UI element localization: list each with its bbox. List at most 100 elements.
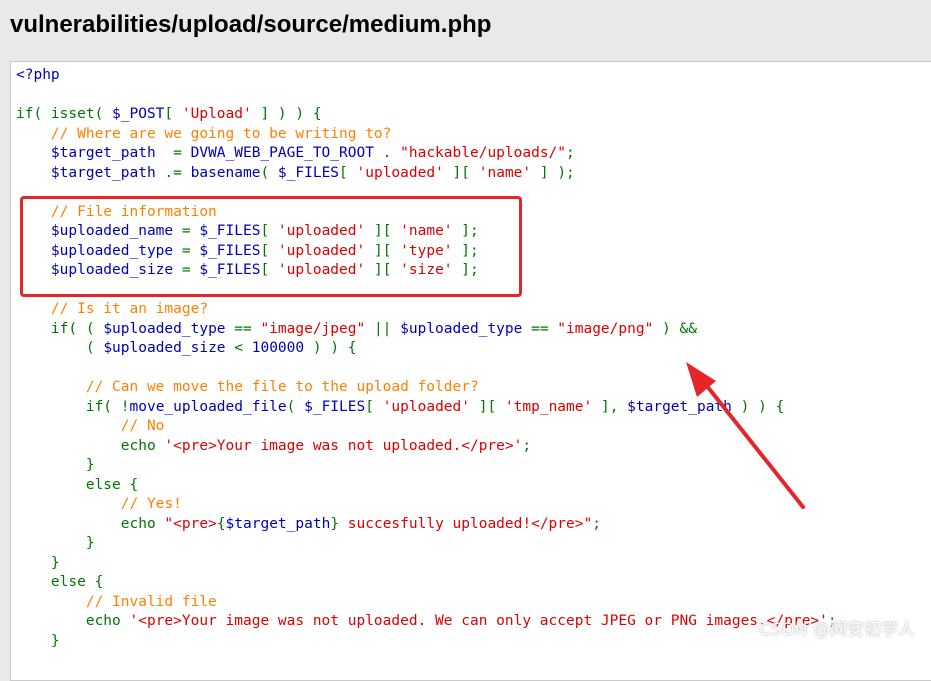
code-token: echo: [120, 515, 165, 532]
code-token: 'name': [400, 223, 453, 239]
code-line: }: [16, 456, 837, 476]
code-token: ] );: [531, 164, 575, 181]
code-line: // Where are we going to be writing to?: [16, 125, 837, 145]
code-token: ];: [452, 223, 479, 239]
code-token: }: [85, 457, 95, 473]
code-token: [: [339, 164, 357, 181]
code-token: ) &&: [653, 320, 697, 337]
code-token: $_POST: [112, 106, 165, 122]
code-token: =: [173, 242, 200, 259]
code-token: "image/png": [557, 320, 654, 337]
code-token: $uploaded_type: [400, 320, 523, 337]
code-token: $_FILES: [304, 398, 366, 415]
code-token: ;: [592, 515, 601, 532]
code-token: ] ) ) {: [251, 106, 322, 122]
code-token: $uploaded_name: [50, 223, 174, 239]
code-token: .: [373, 145, 401, 161]
code-token: if( (: [50, 320, 104, 337]
code-token: echo: [120, 437, 165, 454]
code-line: }: [16, 632, 837, 652]
code-token: 'name': [478, 164, 532, 181]
code-token: ;: [522, 437, 532, 454]
code-token: $_FILES: [199, 262, 261, 278]
code-token: }: [85, 535, 95, 551]
code-token: ];: [452, 262, 479, 278]
code-token: <: [225, 340, 252, 356]
code-token: (: [85, 340, 104, 356]
code-token: }: [50, 632, 60, 649]
code-line: // File information: [16, 203, 837, 223]
code-line: $target_path = DVWA_WEB_PAGE_TO_ROOT . "…: [16, 144, 837, 164]
code-line: else {: [16, 573, 837, 593]
code-line: $uploaded_type = $_FILES[ 'uploaded' ][ …: [16, 242, 837, 262]
code-token: 'Upload': [181, 106, 252, 122]
code-token: 'uploaded': [277, 242, 366, 259]
code-token: =: [173, 223, 200, 239]
code-token: ][: [470, 398, 505, 415]
code-line: // Is it an image?: [16, 300, 837, 320]
code-token: $_FILES: [277, 164, 340, 181]
code-token: ;: [566, 145, 575, 161]
code-token: else {: [50, 574, 104, 590]
code-token: '<pre>Your image was not uploaded. We ca…: [129, 613, 828, 629]
code-line: // Yes!: [16, 495, 837, 515]
code-token: $target_path: [50, 164, 156, 181]
code-token: ],: [592, 398, 628, 415]
code-token: // Is it an image?: [50, 301, 209, 317]
code-token: $uploaded_type: [103, 320, 226, 337]
code-token: ][: [365, 223, 401, 239]
code-token: else {: [85, 476, 139, 493]
code-token: 'uploaded': [277, 223, 366, 239]
code-token: '<pre>Your image was not uploaded.</pre>…: [164, 437, 523, 454]
code-token: .=: [155, 164, 191, 181]
code-token: if( isset(: [16, 106, 113, 122]
code-token: [: [164, 106, 182, 122]
code-token: ];: [452, 242, 479, 259]
code-line: }: [16, 534, 837, 554]
code-token: // Can we move the file to the upload fo…: [85, 379, 479, 395]
code-token: ==: [225, 320, 261, 337]
code-line: // No: [16, 417, 837, 437]
code-line: ( $uploaded_size < 100000 ) ) {: [16, 339, 837, 359]
code-token: <?php: [16, 67, 60, 83]
code-token: succesfully uploaded!</pre>": [339, 515, 593, 532]
code-token: [: [260, 262, 278, 278]
code-token: $uploaded_size: [50, 262, 174, 278]
code-line: // Can we move the file to the upload fo…: [16, 378, 837, 398]
code-token: }: [330, 515, 340, 532]
code-token: ==: [522, 320, 558, 337]
code-token: ||: [365, 320, 401, 337]
code-token: (: [260, 164, 278, 181]
code-token: 'size': [400, 262, 453, 278]
code-token: 'uploaded': [356, 164, 444, 181]
code-token: }: [50, 554, 60, 571]
code-token: 'tmp_name': [504, 398, 593, 415]
code-token: ][: [365, 242, 401, 259]
page-title: vulnerabilities/upload/source/medium.php: [10, 11, 492, 38]
code-token: 'uploaded': [277, 262, 366, 278]
code-line: $uploaded_name = $_FILES[ 'uploaded' ][ …: [16, 222, 837, 242]
code-token: [: [260, 223, 278, 239]
code-token: 'type': [400, 242, 453, 259]
code-token: // Where are we going to be writing to?: [50, 125, 392, 142]
code-token: 'uploaded': [382, 398, 470, 415]
code-token: =: [155, 145, 191, 161]
csdn-watermark: CSDN @网安初学人: [759, 620, 915, 640]
code-token: ) ) {: [304, 340, 357, 356]
code-token: ][: [365, 262, 401, 278]
code-token: "<pre>: [164, 515, 217, 532]
